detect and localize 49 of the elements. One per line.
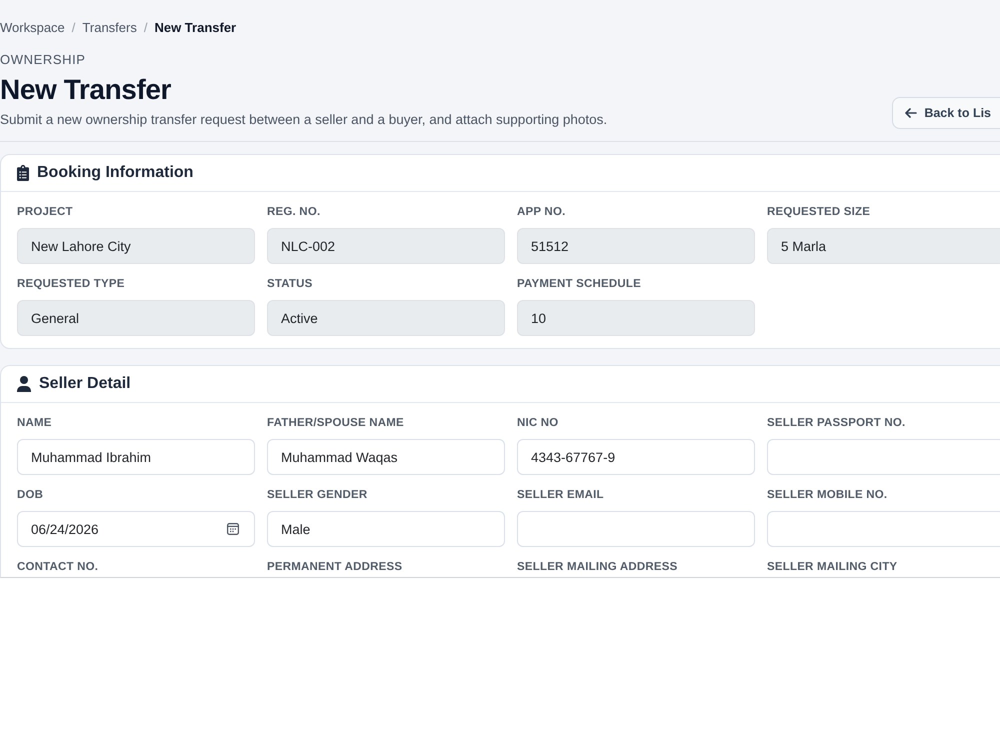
field-label: REQUESTED SIZE [767,205,872,219]
clipboard-list-icon [17,165,29,181]
back-to-list-button[interactable]: Back to Lis [892,97,1000,129]
readonly-field: 51512 [517,228,755,264]
field-label: SELLER MAILING ADDRESS [517,560,679,574]
breadcrumb-current: New Transfer [154,20,236,36]
field-label: SELLER EMAIL [517,488,605,502]
text-field[interactable]: Muhammad Ibrahim [17,439,255,475]
section-title: Seller Detail [39,375,131,393]
section-title: Booking Information [37,164,194,182]
page-eyebrow: OWNERSHIP [0,52,87,68]
field-label: PAYMENT SCHEDULE [517,277,642,291]
field-label: STATUS [267,277,314,291]
text-field[interactable] [767,439,1000,475]
text-field[interactable] [517,511,755,547]
field-label: SELLER MAILING CITY [767,560,898,574]
readonly-field: NLC-002 [267,228,505,264]
readonly-field: 5 Marla [767,228,1000,264]
field-label: APP NO. [517,205,566,219]
breadcrumb-link[interactable]: Workspace [0,20,65,36]
readonly-field: New Lahore City [17,228,255,264]
calendar-icon [227,523,239,535]
field-label: DOB [17,488,44,502]
text-field[interactable]: 4343-67767-9 [517,439,755,475]
field-label: REG. NO. [267,205,322,219]
field-label: NAME [17,416,53,430]
field-label: SELLER GENDER [267,488,368,502]
field-label: CONTACT NO. [17,560,100,574]
readonly-field: 10 [517,300,755,336]
user-icon [17,376,31,392]
breadcrumb-separator: / [144,20,148,36]
field-label: SELLER MOBILE NO. [767,488,888,502]
text-field[interactable]: Male [267,511,505,547]
text-field[interactable]: Muhammad Waqas [267,439,505,475]
page-title: New Transfer [0,73,172,107]
page-subtitle: Submit a new ownership transfer request between a seller and a buyer, and attach supporting photos. [0,111,608,129]
date-field[interactable]: 06/24/2026 [17,511,255,547]
text-field[interactable] [767,511,1000,547]
breadcrumb-separator: / [72,20,76,36]
arrow-left-icon [905,108,918,118]
readonly-field: General [17,300,255,336]
field-label: PERMANENT ADDRESS [267,560,404,574]
field-label: FATHER/SPOUSE NAME [267,416,405,430]
field-label: PROJECT [17,205,74,219]
breadcrumb-link[interactable]: Transfers [82,20,137,36]
field-label: NIC NO [517,416,560,430]
readonly-field: Active [267,300,505,336]
field-label: SELLER PASSPORT NO. [767,416,906,430]
field-label: REQUESTED TYPE [17,277,126,291]
